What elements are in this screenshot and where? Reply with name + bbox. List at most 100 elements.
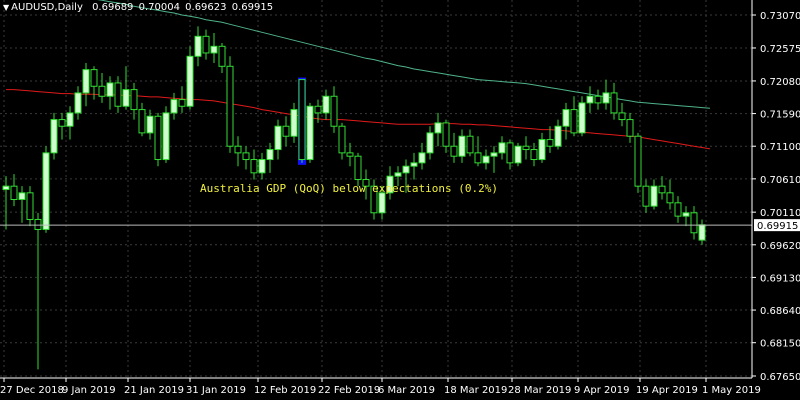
candle-body [418,152,426,164]
candle [690,206,698,240]
x-tick-label: 31 Jan 2019 [186,385,246,396]
dropdown-triangle-icon[interactable]: ▼ [3,3,9,12]
chart-header: ▼ AUDUSD,Daily 0.69689 0.70004 0.69623 0.… [3,2,273,13]
candle-body [66,112,74,127]
candle [650,179,658,210]
candle [122,66,130,110]
candle [698,219,706,245]
y-tick-label: 0.72080 [760,77,800,88]
candle-body [474,152,482,164]
candle-body [42,152,50,230]
candle [186,46,194,110]
x-tick-label: 6 Mar 2019 [378,385,435,396]
candle-body [170,99,178,114]
candle-body [354,155,362,181]
candle [554,119,562,150]
candle [586,86,594,113]
candle [34,212,42,370]
candle [138,102,146,137]
candle [434,112,442,147]
candle [570,96,578,137]
candle-body [538,139,546,161]
candle-body [610,92,618,114]
candle [18,186,26,223]
candle-body [154,115,162,161]
candle-body [506,142,514,164]
x-tick-label: 21 Jan 2019 [124,385,184,396]
candle-body [162,112,170,161]
candle-body [130,89,138,111]
candle [482,149,490,170]
candle [426,126,434,160]
close-value: 0.69915 [231,2,274,13]
candle [410,152,418,180]
y-tick-label: 0.70110 [760,208,800,219]
candle-body [434,122,442,134]
candle [514,142,522,167]
y-tick-label: 0.69130 [760,273,800,284]
candle-body [690,212,698,234]
candle-body [226,65,234,147]
high-value: 0.70004 [138,2,180,13]
candle-body [330,95,338,127]
candle [210,32,218,63]
symbol-label: AUDUSD,Daily [11,2,83,13]
candle [346,142,354,167]
candle-body [82,69,90,94]
current-price-label: 0.69915 [757,221,798,232]
candle [66,106,74,140]
candle [282,116,290,147]
candle-body [10,185,18,200]
candle [50,112,58,160]
candle [626,112,634,143]
y-tick-label: 0.71100 [760,142,800,153]
price-axis: 0.73070 0.72575 0.72080 0.71590 0.71100 0.706… [752,11,800,383]
candle [322,89,330,120]
candle-body [290,109,298,137]
candle-body [314,105,322,114]
x-tick-label: 27 Dec 2018 [0,385,64,396]
x-tick-label: 12 Feb 2019 [254,385,316,396]
y-tick-label: 0.72575 [760,44,800,55]
candle-body [146,115,154,134]
candle-body [274,125,282,151]
candle [290,102,298,143]
candle [474,136,482,167]
candle [162,106,170,163]
candle-body [402,165,410,174]
x-tick-label: 18 Mar 2019 [444,385,507,396]
candle [58,112,66,140]
y-tick-label: 0.68640 [760,306,800,317]
candle-body [250,159,258,174]
candle [450,132,458,163]
candle [218,42,226,73]
candle-body [626,119,634,137]
candle-body [466,135,474,154]
candle [170,92,178,120]
candle [146,109,154,140]
candle [178,86,186,113]
candle-body [570,109,578,134]
candle-body [194,35,202,57]
candle-body [266,149,274,161]
candle-body [298,79,306,161]
candle-body [554,125,562,147]
price-chart[interactable]: Australia GDP (QoQ) below expectations (… [0,0,800,400]
candle [202,29,210,60]
x-tick-label: 9 Jan 2019 [62,385,116,396]
candle-body [58,119,66,127]
candle-body [346,152,354,157]
low-value: 0.69623 [185,2,227,13]
candle [682,206,690,227]
candle-body [514,145,522,164]
candle-body [498,142,506,154]
candle-body [482,155,490,164]
candle [42,146,50,233]
candle-body [666,192,674,204]
candle [634,132,642,193]
candle-body [594,95,602,104]
candle-body [634,135,642,187]
candle-body [650,185,658,207]
x-tick-label: 9 Apr 2019 [574,385,629,396]
candle [602,79,610,110]
